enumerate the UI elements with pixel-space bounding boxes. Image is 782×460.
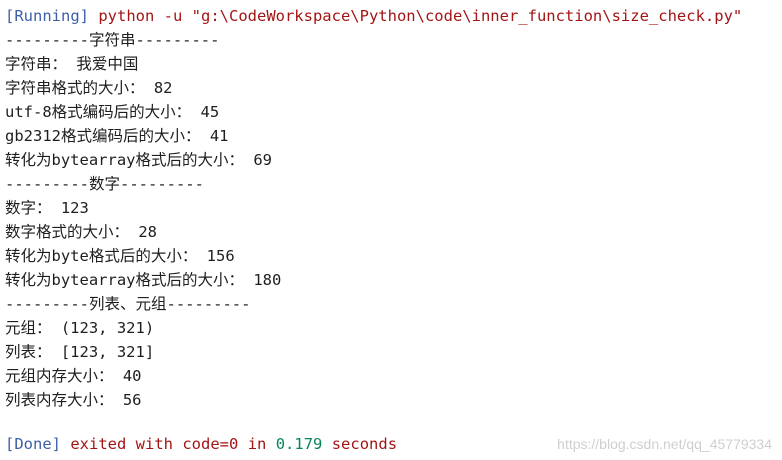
output-line: 字符串： 我爱中国	[5, 55, 139, 73]
output-line: 转化为bytearray格式后的大小： 69	[5, 151, 272, 169]
output-line: gb2312格式编码后的大小： 41	[5, 127, 229, 145]
running-status-tag: [Running]	[5, 7, 89, 25]
output-line: 转化为byte格式后的大小： 156	[5, 247, 235, 265]
output-line: 列表内存大小： 56	[5, 391, 142, 409]
output-line: 数字： 123	[5, 199, 89, 217]
output-line: 列表： [123, 321]	[5, 343, 155, 361]
output-line: utf-8格式编码后的大小： 45	[5, 103, 220, 121]
output-line: 元组： (123, 321)	[5, 319, 155, 337]
in-text: in	[247, 435, 267, 453]
exit-code-text: code=0	[182, 435, 239, 453]
done-status-line: [Done] exited with code=0 in 0.179 secon…	[5, 432, 397, 456]
done-status-tag: [Done]	[5, 435, 61, 453]
output-line: 转化为bytearray格式后的大小： 180	[5, 271, 282, 289]
output-line: 数字格式的大小： 28	[5, 223, 157, 241]
output-line: ---------字符串---------	[5, 31, 220, 49]
run-command-text: python -u "g:\CodeWorkspace\Python\code\…	[98, 7, 743, 25]
output-line: ---------列表、元组---------	[5, 295, 251, 313]
run-command-line: [Running] python -u "g:\CodeWorkspace\Py…	[5, 4, 742, 28]
csdn-watermark: https://blog.csdn.net/qq_45779334	[557, 436, 772, 452]
output-line: 元组内存大小： 40	[5, 367, 142, 385]
output-panel: [Running] python -u "g:\CodeWorkspace\Py…	[0, 0, 782, 460]
output-line: ---------数字---------	[5, 175, 204, 193]
exited-with-text: exited with	[70, 435, 173, 453]
output-line: 字符串格式的大小： 82	[5, 79, 173, 97]
elapsed-time-value: 0.179	[275, 435, 323, 453]
seconds-text: seconds	[331, 435, 398, 453]
